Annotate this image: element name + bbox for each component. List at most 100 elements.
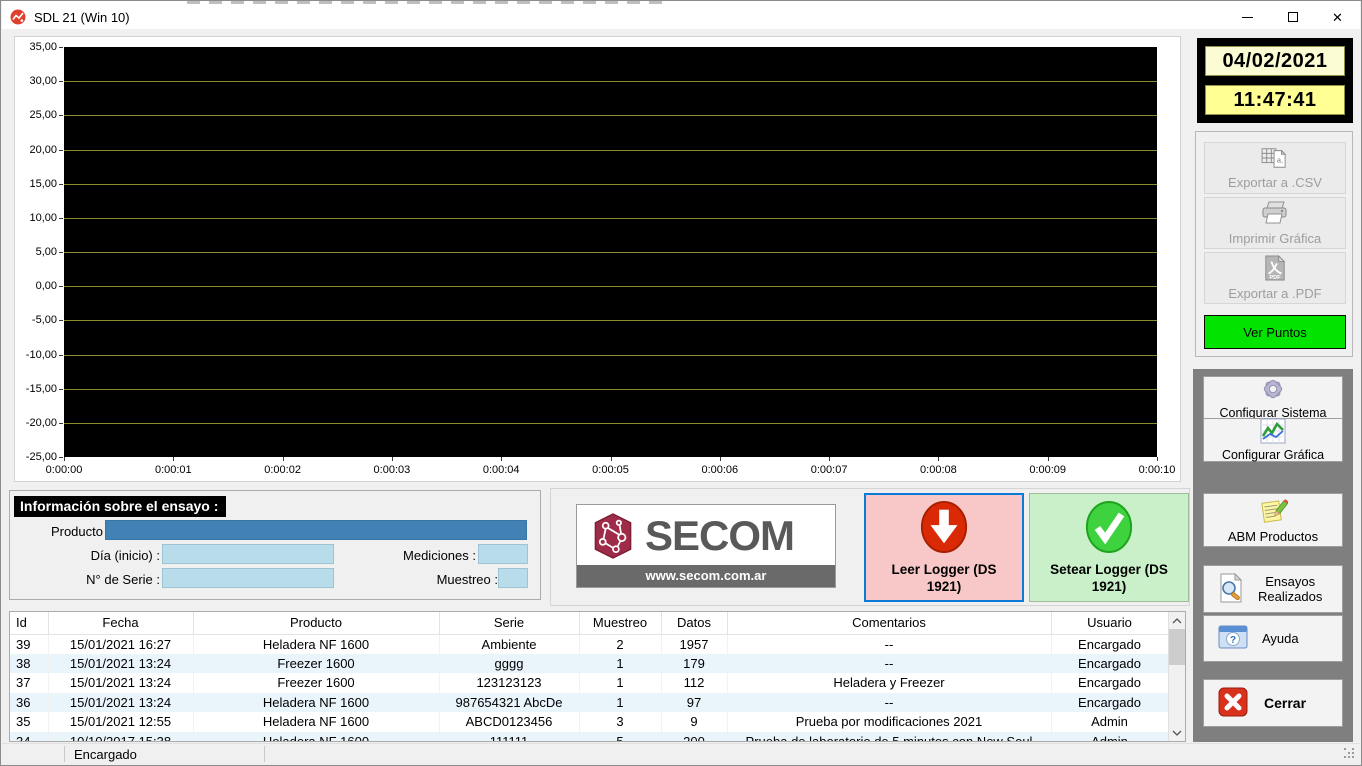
table-row[interactable]: 36 15/01/2021 13:24 Heladera NF 1600 987… xyxy=(10,692,1169,712)
y-tick-mark xyxy=(59,422,63,424)
close-button[interactable]: ✕ xyxy=(1315,5,1360,29)
table-row[interactable]: 35 15/01/2021 12:55 Heladera NF 1600 ABC… xyxy=(10,712,1169,732)
setear-logger-button[interactable]: Setear Logger (DS 1921) xyxy=(1029,493,1189,602)
cell-comentarios: Heladera y Freezer xyxy=(727,673,1052,693)
status-separator xyxy=(264,746,265,762)
gridline xyxy=(64,81,1157,83)
x-tick-mark xyxy=(829,457,831,461)
table-row[interactable]: 37 15/01/2021 13:24 Freezer 1600 1231231… xyxy=(10,673,1169,693)
x-axis-tick-label: 0:00:01 xyxy=(154,464,192,476)
mediciones-field[interactable] xyxy=(478,544,528,564)
ensayos-realizados-label: Ensayos Realizados xyxy=(1258,574,1323,604)
x-axis-tick-label: 0:00:03 xyxy=(373,464,411,476)
cell-fecha: 15/01/2021 12:55 xyxy=(48,712,194,732)
app-window: SDL 21 (Win 10) ✕ 35,00 30,00 25,00 20,00 15… xyxy=(0,0,1362,766)
table-column-header[interactable]: Serie xyxy=(439,612,580,635)
cell-muestreo: 5 xyxy=(579,731,662,741)
table-row[interactable]: 38 15/01/2021 13:24 Freezer 1600 gggg 1 … xyxy=(10,653,1169,673)
resize-grip[interactable] xyxy=(1344,748,1356,760)
secom-logo: SECOM xyxy=(577,505,835,567)
table-column-header[interactable]: Usuario xyxy=(1051,612,1169,635)
table-column-header[interactable]: Comentarios xyxy=(727,612,1052,635)
setear-logger-label: Setear Logger (DS 1921) xyxy=(1050,562,1168,594)
cell-id: 35 xyxy=(10,712,49,732)
print-chart-button[interactable]: Imprimir Gráfica xyxy=(1204,197,1346,249)
dia-inicio-field[interactable] xyxy=(162,544,334,564)
help-icon: ? xyxy=(1218,624,1248,653)
y-tick-mark xyxy=(59,183,63,185)
maximize-icon xyxy=(1287,12,1298,22)
cell-fecha: 15/01/2021 13:24 xyxy=(48,673,194,693)
cell-usuario: Encargado xyxy=(1051,653,1169,673)
cell-muestreo: 3 xyxy=(579,712,662,732)
export-csv-button[interactable]: a, Exportar a .CSV xyxy=(1204,142,1346,194)
cell-muestreo: 2 xyxy=(579,634,662,654)
table-column-header[interactable]: Id xyxy=(10,612,49,635)
table-column-header[interactable]: Datos xyxy=(661,612,728,635)
pdf-file-icon: PDF xyxy=(1263,254,1287,284)
cerrar-button[interactable]: Cerrar xyxy=(1203,679,1343,727)
configurar-grafica-button[interactable]: Configurar Gráfica xyxy=(1203,418,1343,462)
abm-productos-label: ABM Productos xyxy=(1227,528,1319,544)
time-display: 11:47:41 xyxy=(1205,85,1345,115)
scroll-up-button[interactable] xyxy=(1169,612,1185,629)
secom-hexagon-icon xyxy=(591,512,635,560)
y-tick-mark xyxy=(59,388,63,390)
cell-usuario: Encargado xyxy=(1051,673,1169,693)
x-axis-tick-label: 0:00:02 xyxy=(264,464,301,476)
chart-y-axis-labels: 35,00 30,00 25,00 20,00 15,00 10,00 5,00 0,00 -5… xyxy=(15,41,57,463)
status-bar: Encargado xyxy=(2,743,1360,764)
cell-datos: 112 xyxy=(661,673,728,693)
x-tick-mark xyxy=(64,457,65,461)
secom-wordmark: SECOM xyxy=(645,512,795,559)
scroll-down-button[interactable] xyxy=(1169,724,1185,741)
print-chart-label: Imprimir Gráfica xyxy=(1228,231,1322,246)
table-header-row: Id Fecha Producto Serie Muestreo Datos Comenta… xyxy=(10,612,1169,635)
cell-producto: Heladera NF 1600 xyxy=(193,634,440,654)
ayuda-button[interactable]: ? Ayuda xyxy=(1203,615,1343,662)
datetime-panel: 04/02/2021 11:47:41 xyxy=(1197,38,1353,123)
table-column-header[interactable]: Fecha xyxy=(48,612,194,635)
cell-fecha: 10/10/2017 15:38 xyxy=(48,731,194,741)
muestreo-field[interactable] xyxy=(498,568,528,588)
y-axis-tick-label: 20,00 xyxy=(29,143,57,156)
minimize-button[interactable] xyxy=(1225,5,1270,29)
configurar-sistema-button[interactable]: Configurar Sistema xyxy=(1203,376,1343,420)
close-icon: ✕ xyxy=(1332,9,1343,25)
y-tick-mark xyxy=(59,47,63,48)
x-tick-mark xyxy=(1047,457,1049,461)
cell-producto: Freezer 1600 xyxy=(193,653,440,673)
cell-producto: Freezer 1600 xyxy=(193,673,440,693)
cell-usuario: Encargado xyxy=(1051,634,1169,654)
abm-productos-button[interactable]: ABM Productos xyxy=(1203,493,1343,547)
table-row[interactable]: 39 15/01/2021 16:27 Heladera NF 1600 Amb… xyxy=(10,634,1169,654)
ensayos-realizados-button[interactable]: Ensayos Realizados xyxy=(1203,565,1343,613)
table-row[interactable]: 34 10/10/2017 15:38 Heladera NF 1600 111… xyxy=(10,731,1169,741)
cell-producto: Heladera NF 1600 xyxy=(193,731,440,741)
x-axis-tick-label: 0:00:06 xyxy=(701,464,739,476)
x-axis-tick-label: 0:00:05 xyxy=(592,464,629,476)
leer-logger-button[interactable]: Leer Logger (DS 1921) xyxy=(864,493,1024,602)
producto-field[interactable] xyxy=(105,520,527,540)
cell-id: 36 xyxy=(10,692,49,712)
table-scrollbar[interactable] xyxy=(1168,612,1185,741)
background-window-text-fragment xyxy=(187,1,667,4)
gridline xyxy=(64,115,1157,117)
producto-label: Producto xyxy=(50,524,103,539)
gridline xyxy=(64,354,1157,356)
export-pdf-button[interactable]: PDF Exportar a .PDF xyxy=(1204,252,1346,304)
numero-serie-field[interactable] xyxy=(162,568,334,588)
cell-serie: 111111 xyxy=(439,731,580,741)
y-tick-mark xyxy=(59,457,63,458)
chart-gridlines xyxy=(64,47,1157,457)
table-column-header[interactable]: Producto xyxy=(193,612,440,635)
cell-datos: 200 xyxy=(661,731,728,741)
scrollbar-thumb[interactable] xyxy=(1169,629,1185,665)
cell-id: 39 xyxy=(10,634,49,654)
x-axis-tick-label: 0:00:04 xyxy=(482,464,520,476)
table-column-header[interactable]: Muestreo xyxy=(579,612,662,635)
maximize-button[interactable] xyxy=(1270,5,1315,29)
window-controls: ✕ xyxy=(1225,5,1360,29)
ver-puntos-button[interactable]: Ver Puntos xyxy=(1204,315,1346,349)
app-icon xyxy=(10,9,26,25)
